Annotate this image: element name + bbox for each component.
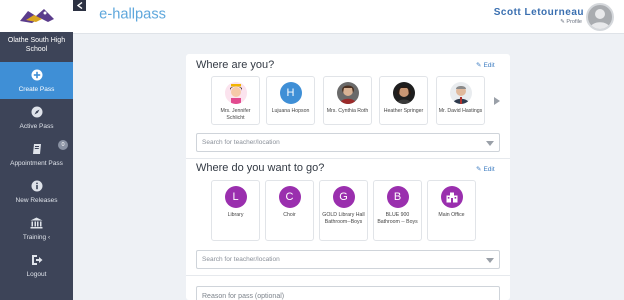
destination-letter: L — [224, 186, 247, 208]
plus-circle-icon — [30, 69, 43, 82]
destination-letter: C — [278, 186, 301, 208]
origin-search-input[interactable]: Search for teacher/location — [196, 133, 500, 152]
teacher-card[interactable]: Mr. David Hastings — [436, 76, 485, 125]
bank-icon — [30, 217, 43, 230]
destination-name: Main Office — [438, 212, 465, 218]
pencil-icon: ✎ — [476, 166, 482, 173]
appointment-count-badge: 0 — [58, 140, 68, 150]
school-logo — [0, 0, 73, 32]
destination-letter: G — [332, 186, 355, 208]
teacher-name: Heather Springer — [383, 108, 424, 114]
section-divider — [186, 158, 510, 159]
destination-card[interactable]: Main Office — [427, 180, 476, 241]
edit-label: Edit — [483, 165, 495, 173]
destination-card[interactable]: G GOLD Library Hall Bathroom--Boys — [319, 180, 368, 241]
reason-input[interactable]: Reason for pass (optional) — [196, 286, 500, 300]
teacher-card[interactable]: Mrs. Jennifer Schlicht — [211, 76, 260, 125]
info-circle-icon — [30, 180, 43, 193]
teacher-photo-avatar — [449, 82, 472, 104]
chevron-left-icon — [76, 2, 82, 9]
destination-name: BLUE 900 Bathroom -- Boys — [377, 212, 418, 225]
falcon-logo-icon — [13, 5, 60, 27]
book-icon — [30, 143, 43, 156]
destination-search-input[interactable]: Search for teacher/location — [196, 250, 500, 269]
edit-destination-button[interactable]: ✎ Edit — [476, 165, 495, 174]
cartoon-avatar-icon — [224, 82, 247, 104]
teacher-name: Mrs. Jennifer Schlicht — [220, 108, 251, 121]
nav-new-releases[interactable]: New Releases — [0, 173, 73, 210]
nav-appointment-pass[interactable]: 0 Appointment Pass — [0, 136, 73, 173]
destination-card[interactable]: C Choir — [265, 180, 314, 241]
office-icon — [440, 186, 463, 208]
compass-icon — [30, 106, 43, 119]
user-name: Scott Letourneau — [493, 7, 584, 18]
nav-label: Create Pass — [18, 85, 55, 93]
edit-label: Edit — [483, 61, 495, 69]
destination-name: Choir — [283, 212, 296, 218]
destination-name: Library — [227, 212, 244, 218]
destination-card[interactable]: L Library — [211, 180, 260, 241]
sign-out-icon — [30, 254, 43, 267]
teacher-card[interactable]: Heather Springer — [379, 76, 428, 125]
nav-label: Training ‹ — [22, 233, 51, 241]
e-hallpass-logo: e-hallpass — [99, 7, 166, 23]
nav-create-pass[interactable]: Create Pass — [0, 62, 73, 99]
destination-card[interactable]: B BLUE 900 Bathroom -- Boys — [373, 180, 422, 241]
nav-active-pass[interactable]: Active Pass — [0, 99, 73, 136]
teacher-name: Mrs. Cynthia Roth — [326, 108, 369, 114]
search-placeholder: Search for teacher/location — [202, 256, 280, 263]
reason-placeholder: Reason for pass (optional) — [202, 292, 285, 300]
collapse-sidebar-button[interactable] — [73, 0, 86, 11]
destination-name: GOLD Library Hall Bathroom--Boys — [322, 212, 365, 225]
profile-link[interactable]: ✎ Profile — [560, 19, 582, 25]
nav-training[interactable]: Training ‹ — [0, 210, 73, 247]
where-are-you-title: Where are you? — [196, 59, 275, 71]
section-divider — [186, 275, 510, 276]
teacher-initial-avatar: H — [279, 82, 302, 104]
teacher-card[interactable]: Mrs. Cynthia Roth — [323, 76, 372, 125]
teacher-photo-avatar — [336, 82, 359, 104]
teacher-photo-avatar — [392, 82, 415, 104]
teacher-name: Lujuana Hopson — [271, 108, 310, 114]
user-silhouette-icon — [590, 9, 610, 29]
nav-label: Logout — [26, 270, 47, 278]
pencil-icon: ✎ — [560, 19, 565, 25]
search-placeholder: Search for teacher/location — [202, 139, 280, 146]
teacher-name: Mr. David Hastings — [438, 108, 483, 114]
teacher-card[interactable]: H Lujuana Hopson — [266, 76, 315, 125]
where-to-go-title: Where do you want to go? — [196, 162, 325, 174]
edit-origin-button[interactable]: ✎ Edit — [476, 61, 495, 70]
profile-label: Profile — [566, 19, 582, 25]
destination-letter: B — [386, 186, 409, 208]
next-teachers-arrow-icon[interactable] — [494, 97, 500, 105]
nav-label: Appointment Pass — [10, 159, 63, 167]
chevron-down-icon — [486, 258, 494, 263]
user-avatar[interactable] — [586, 3, 614, 31]
nav-label: New Releases — [15, 196, 58, 204]
top-bar: e-hallpass Scott Letourneau ✎ Profile — [73, 0, 624, 34]
pencil-icon: ✎ — [476, 62, 482, 69]
sidebar: Olathe South High School Create Pass Act… — [0, 0, 73, 300]
school-name: Olathe South High School — [0, 32, 73, 62]
chevron-down-icon — [486, 141, 494, 146]
nav-logout[interactable]: Logout — [0, 247, 73, 284]
brand-text: e-hallpass — [99, 7, 166, 23]
nav-label: Active Pass — [19, 122, 54, 130]
create-pass-panel: Where are you? ✎ Edit Mrs. Jennifer Schl… — [186, 54, 510, 300]
